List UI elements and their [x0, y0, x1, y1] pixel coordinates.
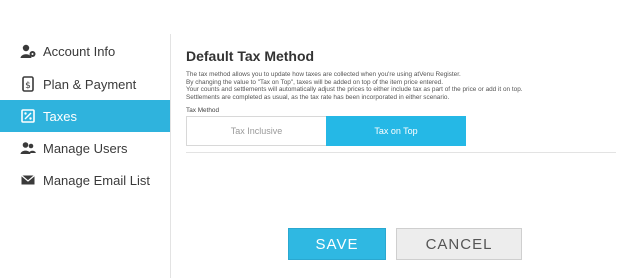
- sidebar-item-plan-payment[interactable]: $ Plan & Payment: [0, 68, 170, 100]
- sidebar-item-manage-email-list[interactable]: Manage Email List: [0, 164, 170, 196]
- sidebar-item-manage-users[interactable]: Manage Users: [0, 132, 170, 164]
- tax-inclusive-option[interactable]: Tax Inclusive: [186, 116, 326, 146]
- tax-method-label: Tax Method: [186, 107, 220, 115]
- sidebar-item-taxes[interactable]: Taxes: [0, 100, 170, 132]
- users-icon: [20, 140, 36, 156]
- tax-on-top-option[interactable]: Tax on Top: [326, 116, 466, 146]
- account-info-icon: [20, 43, 36, 59]
- svg-text:$: $: [25, 81, 31, 91]
- sidebar-item-label: Plan & Payment: [43, 76, 137, 92]
- section-title: Default Tax Method: [186, 48, 315, 64]
- taxes-icon: [20, 108, 36, 124]
- tax-method-toggle: Tax Inclusive Tax on Top: [186, 116, 466, 146]
- sidebar-item-account-info[interactable]: Account Info: [0, 35, 170, 67]
- settings-sidebar: Account Info $ Plan & Payment Taxes Mana…: [0, 34, 171, 278]
- section-description: The tax method allows you to update how …: [186, 71, 626, 101]
- sidebar-item-label: Manage Email List: [43, 172, 150, 188]
- description-line: Your counts and settlements will automat…: [186, 86, 523, 94]
- description-line: Settlements are completed as usual, as t…: [186, 93, 450, 101]
- sidebar-item-label: Manage Users: [43, 140, 128, 156]
- tax-settings-section: Default Tax Method The tax method allows…: [186, 48, 626, 146]
- section-divider: [186, 152, 616, 153]
- save-button[interactable]: SAVE: [288, 228, 386, 260]
- description-line: By changing the value to "Tax on Top", t…: [186, 78, 444, 86]
- envelope-icon: [20, 172, 36, 188]
- settings-panel: Account Info $ Plan & Payment Taxes Mana…: [0, 0, 640, 278]
- sidebar-item-label: Taxes: [43, 108, 77, 124]
- plan-payment-icon: $: [20, 76, 36, 92]
- sidebar-item-label: Account Info: [43, 43, 116, 59]
- cancel-button[interactable]: CANCEL: [396, 228, 522, 260]
- description-line: The tax method allows you to update how …: [186, 71, 461, 78]
